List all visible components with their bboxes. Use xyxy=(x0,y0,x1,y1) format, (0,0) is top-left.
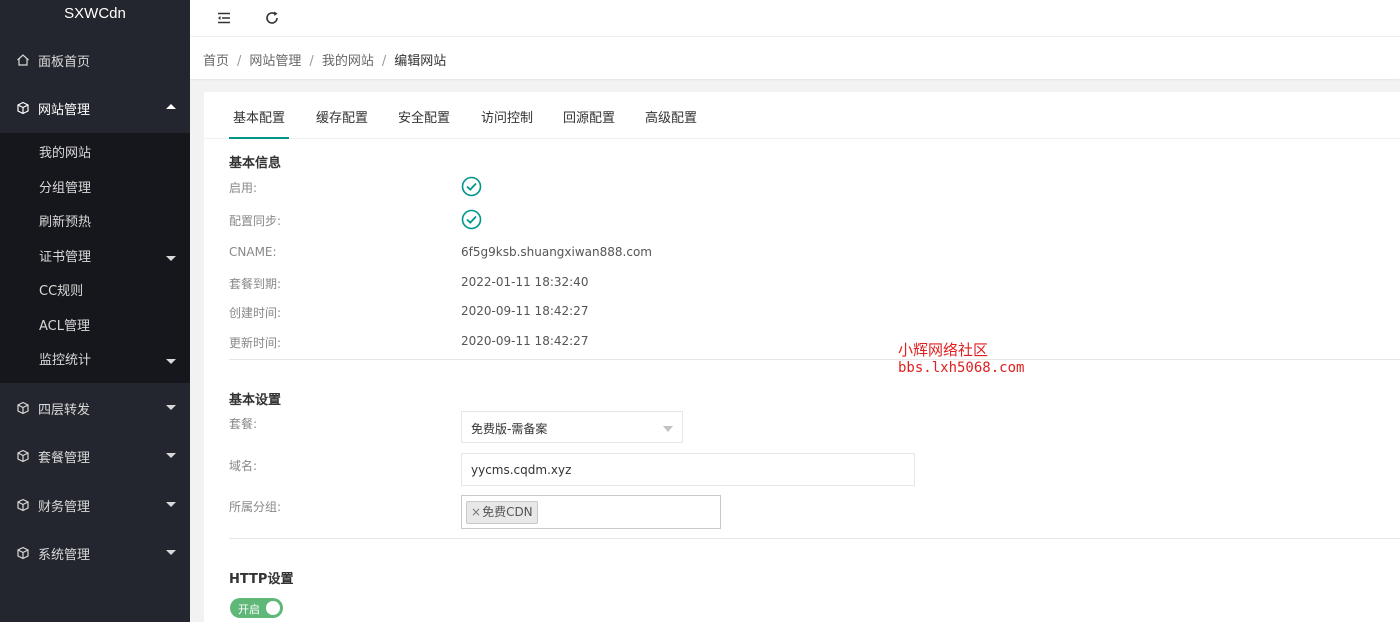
cube-icon xyxy=(16,449,30,463)
plan-expire-label: 套餐到期: xyxy=(229,277,282,291)
submenu-item-monitoring[interactable]: 监控统计 xyxy=(0,344,190,378)
switch-knob xyxy=(266,601,280,615)
app-logo: SXWCdn xyxy=(64,5,126,22)
sidebar-item-label: 四层转发 xyxy=(38,402,91,418)
sidebar: SXWCdn 面板首页 网站管理 我的网站 分组管理 刷新预热 证书管理 CC规… xyxy=(0,0,190,622)
chevron-down-icon xyxy=(166,359,176,364)
submenu-item-refresh-preheat[interactable]: 刷新预热 xyxy=(0,206,190,240)
breadcrumb-edit-site: 编辑网站 xyxy=(394,54,447,69)
submenu-item-label: 证书管理 xyxy=(39,250,92,265)
check-circle-icon xyxy=(461,176,482,197)
domain-label: 域名: xyxy=(229,459,258,473)
plan-expire-value: 2022-01-11 18:32:40 xyxy=(461,275,589,289)
chevron-down-icon xyxy=(166,502,176,507)
group-label: 所属分组: xyxy=(229,500,282,514)
cube-icon xyxy=(16,401,30,415)
refresh-button[interactable] xyxy=(260,6,284,30)
breadcrumb-bar: 首页 / 网站管理 / 我的网站 / 编辑网站 xyxy=(190,37,1400,79)
watermark: 小辉网络社区 bbs.lxh5068.com xyxy=(898,341,1024,377)
divider xyxy=(229,359,1400,360)
group-tag-label: 免费CDN xyxy=(482,505,533,519)
submenu-item-cc-rules[interactable]: CC规则 xyxy=(0,275,190,309)
updated-time-value: 2020-09-11 18:42:27 xyxy=(461,334,589,348)
breadcrumb-my-sites[interactable]: 我的网站 xyxy=(322,54,374,69)
submenu-item-label: 监控统计 xyxy=(39,353,92,368)
sidebar-item-label: 系统管理 xyxy=(38,547,91,563)
section-title-http-settings: HTTP设置 xyxy=(229,572,294,587)
domain-input[interactable] xyxy=(461,453,915,486)
chevron-down-icon xyxy=(663,426,673,432)
submenu-item-label: 分组管理 xyxy=(39,181,92,196)
sidebar-item-plans[interactable]: 套餐管理 xyxy=(0,432,190,480)
watermark-line2: bbs.lxh5068.com xyxy=(898,360,1025,376)
config-tabs: 基本配置 缓存配置 安全配置 访问控制 回源配置 高级配置 xyxy=(204,104,1400,139)
submenu-item-label: CC规则 xyxy=(39,284,84,299)
chevron-down-icon xyxy=(166,550,176,555)
group-tag-input[interactable]: ×免费CDN xyxy=(461,495,721,529)
tab-security[interactable]: 安全配置 xyxy=(394,104,454,137)
cname-label: CNAME: xyxy=(229,245,277,259)
submenu-item-groups[interactable]: 分组管理 xyxy=(0,172,190,206)
plan-select-value: 免费版-需备案 xyxy=(471,422,548,436)
breadcrumb-home[interactable]: 首页 xyxy=(203,54,229,69)
check-circle-icon xyxy=(461,209,482,230)
tab-basic[interactable]: 基本配置 xyxy=(229,104,290,139)
sidebar-item-label: 面板首页 xyxy=(38,54,91,70)
switch-label: 开启 xyxy=(238,603,260,616)
sidebar-item-websites[interactable]: 网站管理 xyxy=(0,84,190,132)
chevron-down-icon xyxy=(166,453,176,458)
chevron-up-icon xyxy=(166,104,176,109)
divider xyxy=(229,538,1400,539)
sidebar-item-dashboard[interactable]: 面板首页 xyxy=(0,36,190,84)
enabled-label: 启用: xyxy=(229,181,258,195)
close-icon[interactable]: × xyxy=(471,505,481,519)
sidebar-item-label: 网站管理 xyxy=(38,102,91,118)
plan-select[interactable]: 免费版-需备案 xyxy=(461,411,683,443)
cname-value: 6f5g9ksb.shuangxiwan888.com xyxy=(461,245,652,259)
plan-label: 套餐: xyxy=(229,417,258,431)
updated-time-label: 更新时间: xyxy=(229,336,282,350)
menu-fold-icon xyxy=(218,12,230,24)
submenu-item-label: 刷新预热 xyxy=(39,215,92,230)
top-header xyxy=(190,0,1400,37)
refresh-icon xyxy=(266,11,278,24)
sidebar-item-finance[interactable]: 财务管理 xyxy=(0,481,190,529)
created-time-label: 创建时间: xyxy=(229,306,282,320)
cube-icon xyxy=(16,101,30,115)
submenu-item-acl[interactable]: ACL管理 xyxy=(0,310,190,344)
cube-icon xyxy=(16,546,30,560)
sync-label: 配置同步: xyxy=(229,214,282,228)
submenu-item-my-sites[interactable]: 我的网站 xyxy=(0,137,190,171)
breadcrumb-website-mgmt[interactable]: 网站管理 xyxy=(249,54,301,69)
watermark-line1: 小辉网络社区 xyxy=(898,341,989,359)
cube-icon xyxy=(16,498,30,512)
tab-cache[interactable]: 缓存配置 xyxy=(312,104,372,137)
group-tag: ×免费CDN xyxy=(466,501,538,524)
sidebar-item-label: 套餐管理 xyxy=(38,450,91,466)
tab-access-control[interactable]: 访问控制 xyxy=(477,104,537,137)
chevron-down-icon xyxy=(166,256,176,261)
sidebar-item-system[interactable]: 系统管理 xyxy=(0,529,190,577)
tab-origin[interactable]: 回源配置 xyxy=(559,104,619,137)
created-time-value: 2020-09-11 18:42:27 xyxy=(461,304,589,318)
submenu-item-certificates[interactable]: 证书管理 xyxy=(0,241,190,275)
menu-fold-button[interactable] xyxy=(212,6,236,30)
http-toggle-switch[interactable]: 开启 xyxy=(230,598,283,618)
section-title-basic-info: 基本信息 xyxy=(229,156,282,171)
section-title-basic-settings: 基本设置 xyxy=(229,393,282,408)
submenu-item-label: ACL管理 xyxy=(39,319,90,334)
edit-site-card: 基本配置 缓存配置 安全配置 访问控制 回源配置 高级配置 基本信息 启用: 配… xyxy=(204,92,1400,622)
sidebar-item-label: 财务管理 xyxy=(38,499,91,515)
websites-submenu: 我的网站 分组管理 刷新预热 证书管理 CC规则 ACL管理 监控统计 xyxy=(0,133,190,383)
home-icon xyxy=(16,53,30,67)
chevron-down-icon xyxy=(166,405,176,410)
sidebar-item-l4-forward[interactable]: 四层转发 xyxy=(0,384,190,432)
breadcrumb: 首页 / 网站管理 / 我的网站 / 编辑网站 xyxy=(203,54,447,69)
submenu-item-label: 我的网站 xyxy=(39,146,92,161)
tab-advanced[interactable]: 高级配置 xyxy=(641,104,701,137)
